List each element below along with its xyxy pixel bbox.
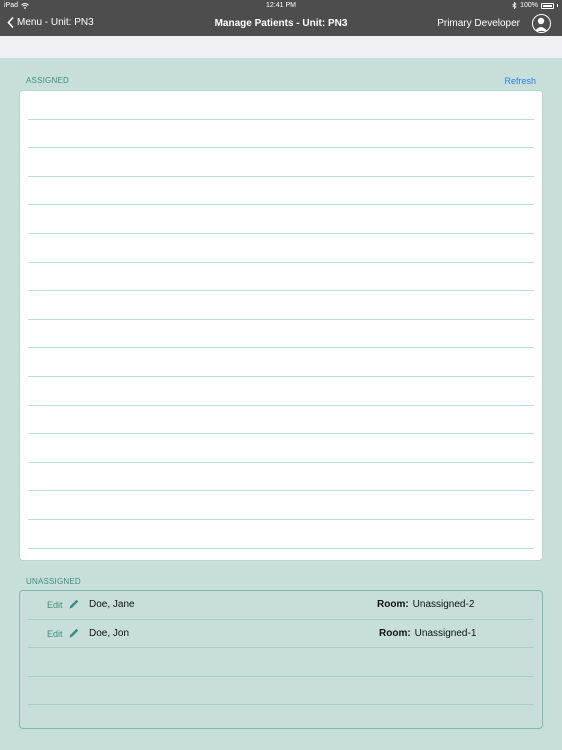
row-separator: [28, 490, 534, 492]
app-header: iPad 12:41 PM 100% Menu - Unit: PN3 Mana…: [0, 0, 562, 36]
unassigned-list: Edit Doe, Jane Room: Unassigned-2 Edit Doe, J…: [19, 590, 543, 729]
refresh-button[interactable]: Refresh: [504, 76, 536, 86]
row-separator: [28, 404, 534, 406]
row-separator: [28, 290, 534, 292]
patient-name: Doe, Jane: [89, 599, 135, 610]
user-icon: [535, 17, 547, 31]
row-separator: [28, 647, 534, 648]
assigned-section-label: ASSIGNED: [26, 76, 69, 85]
row-separator: [28, 547, 534, 549]
pencil-icon[interactable]: [68, 598, 80, 610]
battery-icon: [541, 2, 554, 9]
row-separator: [28, 261, 534, 263]
row-separator: [28, 376, 534, 377]
pencil-icon[interactable]: [68, 627, 80, 639]
patient-room: Room: Unassigned-2: [377, 599, 474, 610]
patient-room: Room: Unassigned-1: [379, 628, 476, 639]
row-separator: [28, 618, 534, 620]
battery-percent: 100%: [520, 2, 538, 9]
row-separator: [28, 519, 534, 520]
avatar[interactable]: [532, 14, 551, 33]
toolbar-strip: [0, 36, 562, 58]
list-item[interactable]: Edit Doe, Jane Room: Unassigned-2: [20, 591, 542, 619]
room-value: Unassigned-2: [412, 599, 475, 610]
row-separator: [28, 318, 534, 320]
nav-bar: Menu - Unit: PN3 Manage Patients - Unit:…: [0, 12, 562, 36]
list-item[interactable]: Edit Doe, Jon Room: Unassigned-1: [20, 620, 542, 648]
row-separator: [28, 347, 534, 349]
bluetooth-icon: [512, 2, 517, 9]
patient-name: Doe, Jon: [89, 627, 130, 639]
room-label: Room:: [377, 599, 409, 610]
row-separator: [28, 233, 534, 234]
row-separator: [28, 461, 534, 463]
room-value: Unassigned-1: [414, 627, 477, 639]
row-separator: [28, 118, 534, 120]
user-name[interactable]: Primary Developer: [437, 18, 520, 29]
edit-link[interactable]: Edit: [47, 629, 63, 639]
row-separator: [28, 204, 534, 206]
row-separator: [28, 433, 534, 435]
status-time: 12:41 PM: [266, 2, 296, 9]
row-separator: [28, 147, 534, 149]
row-separator: [28, 175, 534, 177]
room-label: Room:: [379, 627, 411, 639]
status-bar: iPad 12:41 PM 100%: [0, 0, 562, 12]
row-separator: [28, 675, 534, 677]
assigned-list: [19, 90, 543, 561]
row-separator: [28, 704, 534, 705]
edit-link[interactable]: Edit: [47, 600, 63, 610]
unassigned-section-label: UNASSIGNED: [26, 577, 81, 586]
